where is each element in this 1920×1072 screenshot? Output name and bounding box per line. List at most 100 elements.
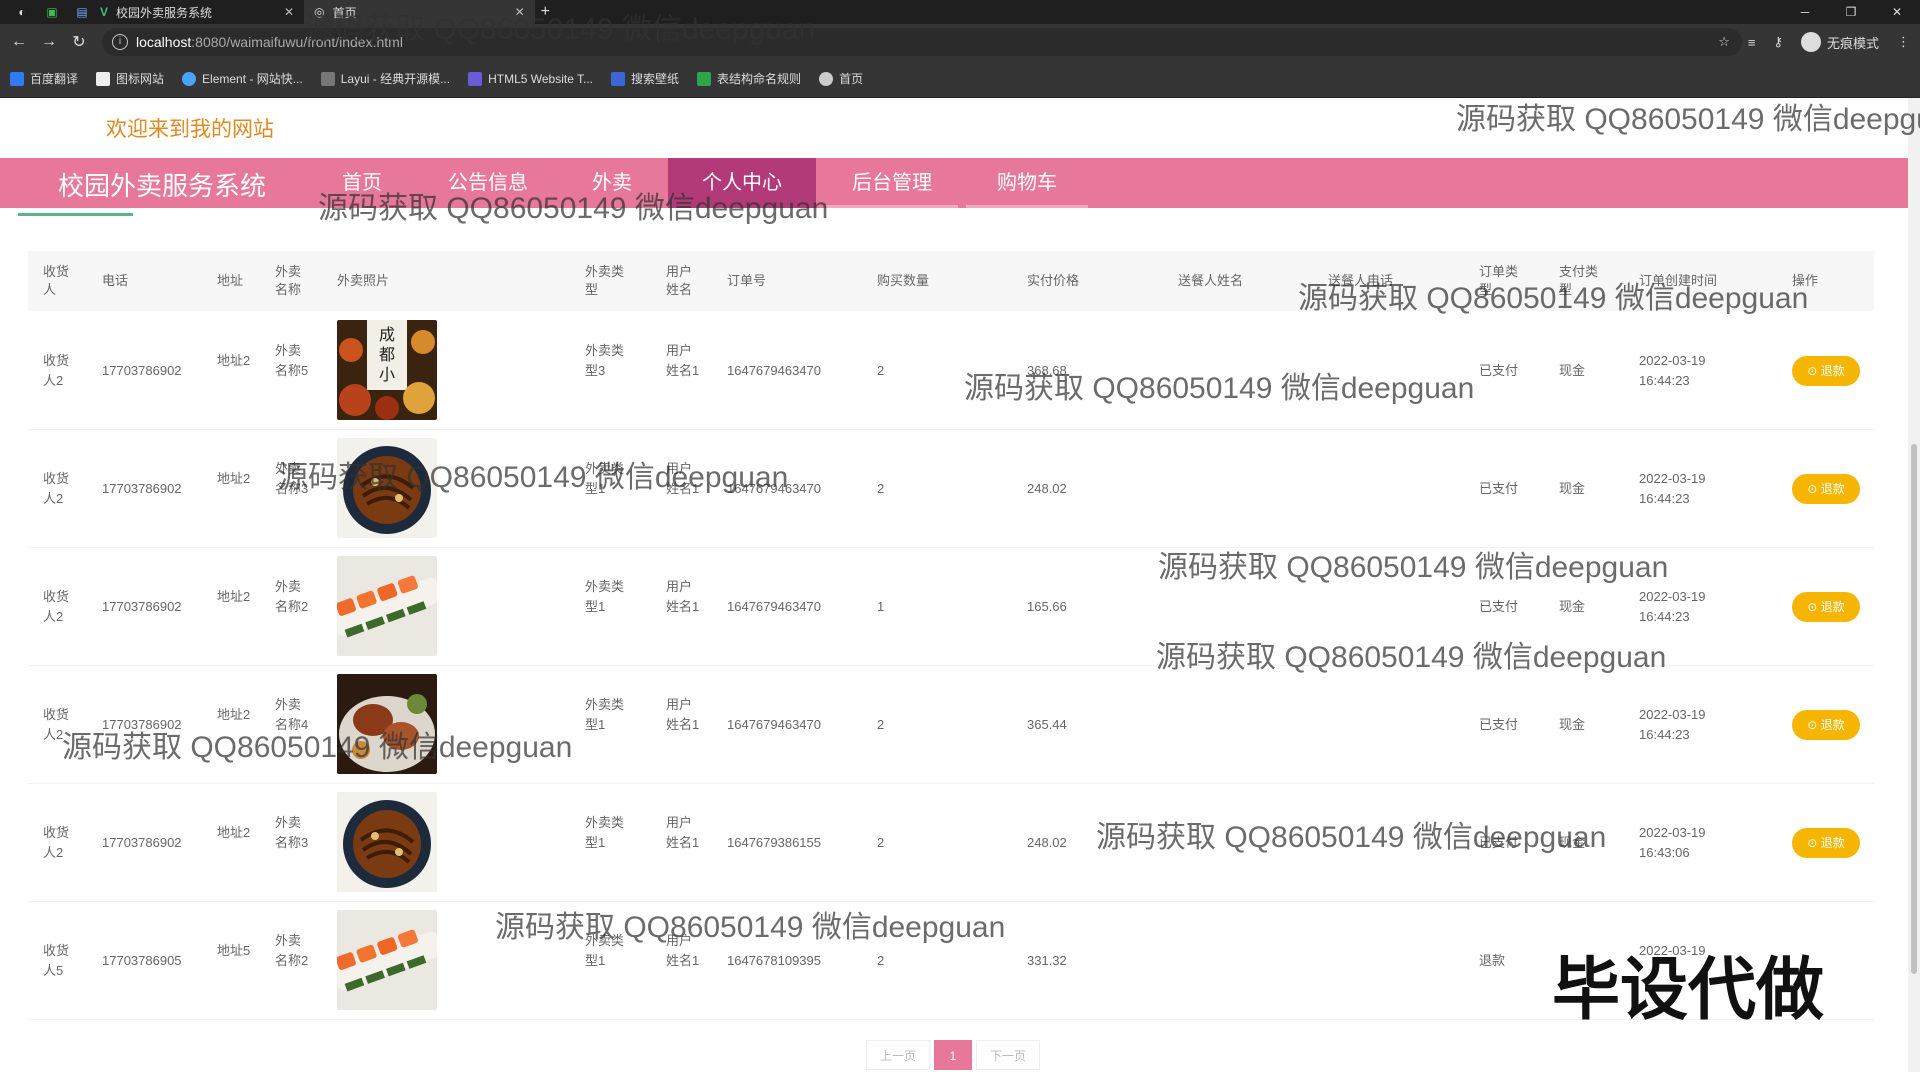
col-user: 用户姓名 [666,264,693,297]
site-info-icon[interactable]: i [112,34,128,50]
cell-order-no: 1647679463470 [727,481,821,496]
col-receiver: 收货人 [43,264,70,297]
cell-order-type: 退款 [1479,953,1506,968]
welcome-text: 欢迎来到我的网站 [106,118,274,141]
reading-list-icon[interactable]: ≡ [1748,35,1756,50]
bookmark-item[interactable]: HTML5 Website T... [468,71,593,86]
cell-name: 外卖名称3 [275,815,309,850]
cell-order-type: 已支付 [1479,481,1519,496]
refund-label: 退款 [1820,718,1845,732]
cell-date: 2022-03-19 [1639,353,1706,368]
cell-pay-type: 现金 [1559,599,1586,614]
cell-pay-type: 现金 [1559,363,1586,378]
cell-user: 用户姓名1 [666,697,700,732]
cell-order-no: 1647679386155 [727,835,821,850]
cell-qty: 2 [877,717,885,732]
cell-user: 用户姓名1 [666,815,700,850]
cell-phone: 17703786902 [102,835,182,850]
star-icon[interactable]: ☆ [1718,34,1730,50]
forward-icon[interactable]: → [34,33,64,51]
food-photo[interactable] [337,556,437,656]
extension-icon[interactable]: ▣ [44,4,60,20]
close-window-icon[interactable]: ✕ [1874,0,1920,24]
next-page-button[interactable]: 下一页 [976,1040,1040,1070]
cell-name: 外卖名称5 [275,343,309,378]
nav-personal-center[interactable]: 个人中心 [668,158,816,208]
cell-time: 16:43:06 [1639,845,1690,860]
restore-icon[interactable]: ❐ [1828,0,1874,24]
calendar-icon[interactable]: ▤ [74,4,90,20]
key-icon[interactable]: ⚷ [1773,34,1783,50]
reload-icon[interactable]: ↻ [64,32,94,52]
cell-address: 地址5 [217,943,251,958]
refund-button[interactable]: ⊙ 退款 [1792,592,1860,622]
cell-pay-type: 现金 [1559,835,1586,850]
refund-button[interactable]: ⊙ 退款 [1792,356,1860,386]
cell-time: 16:44:23 [1639,491,1690,506]
food-photo[interactable] [337,438,437,538]
cell-receiver: 收货人2 [43,825,70,860]
bookmark-item[interactable]: Element - 网站快... [182,70,303,87]
browser-menu-icon[interactable]: ◐ [14,4,30,20]
bookmark-item[interactable]: 百度翻译 [10,70,78,87]
more-menu-icon[interactable]: ⋮ [1897,34,1910,50]
cell-pay-type: 现金 [1559,717,1586,732]
bookmark-item[interactable]: 表结构命名规则 [697,70,801,87]
cell-order-no: 1647678109395 [727,953,821,968]
scrollbar-thumb[interactable] [1911,444,1917,974]
refund-button[interactable]: ⊙ 退款 [1792,828,1860,858]
prev-page-button[interactable]: 上一页 [866,1040,930,1070]
food-photo[interactable]: 成都小 [337,320,437,420]
close-tab-icon[interactable]: ✕ [515,5,525,19]
table-row: 收货人2 17703786902 地址2 外卖名称3 外卖类型1 用户姓名1 1647679… [28,784,1874,902]
food-photo[interactable] [337,792,437,892]
url-input[interactable]: i localhost:8080/waimaifuwu/front/index.… [102,28,1742,56]
tab-campus-delivery[interactable]: V 校园外卖服务系统 ✕ [90,0,304,24]
bookmark-item[interactable]: 图标网站 [96,70,164,87]
col-type: 外卖类型 [585,264,625,297]
refund-label: 退款 [1820,836,1845,850]
site-brand[interactable]: 校园外卖服务系统 [58,166,266,203]
cell-phone: 17703786902 [102,717,182,732]
cell-qty: 2 [877,953,885,968]
incognito-label: 无痕模式 [1826,35,1879,51]
cell-phone: 17703786902 [102,363,182,378]
refund-button[interactable]: ⊙ 退款 [1792,474,1860,504]
nav-takeaway[interactable]: 外卖 [570,158,654,208]
nav-admin[interactable]: 后台管理 [826,158,958,208]
bookmark-item[interactable]: Layui - 经典开源模... [320,70,450,87]
svg-text:都: 都 [379,345,395,364]
close-tab-icon[interactable]: ✕ [284,5,294,19]
nav-home[interactable]: 首页 [320,158,404,208]
col-order-no: 订单号 [727,273,767,288]
cell-phone: 17703786902 [102,599,182,614]
col-action: 操作 [1792,273,1819,288]
url-path: :8080/waimaifuwu/front/index.html [191,34,403,50]
vue-icon: V [100,5,109,19]
refund-icon: ⊙ [1807,718,1821,732]
cell-order-no: 1647679463470 [727,717,821,732]
vertical-scrollbar[interactable] [1908,98,1920,1072]
back-icon[interactable]: ← [4,33,34,51]
nav-announcements[interactable]: 公告信息 [430,158,546,208]
page-1-button[interactable]: 1 [934,1040,972,1070]
main-navbar: 校园外卖服务系统 首页 公告信息 外卖 个人中心 后台管理 购物车 [0,158,1908,208]
tab-home[interactable]: ◎ 首页 ✕ [304,0,535,24]
cell-address: 地址2 [217,471,251,486]
refund-button[interactable]: ⊙ 退款 [1792,710,1860,740]
cell-receiver: 收货人5 [43,943,70,978]
food-photo[interactable] [337,910,437,1010]
incognito-indicator[interactable]: 无痕模式 [1800,32,1879,52]
new-tab-icon[interactable]: + [541,3,550,21]
minimize-icon[interactable]: ─ [1782,0,1828,24]
url-host: localhost [136,34,192,50]
cell-date: 2022-03-19 [1639,825,1706,840]
nav-cart[interactable]: 购物车 [966,158,1088,208]
bookmark-item[interactable]: 搜索壁纸 [611,70,679,87]
cell-type: 外卖类型1 [585,815,625,850]
bookmark-item[interactable]: 首页 [819,70,863,87]
cell-order-no: 1647679463470 [727,599,821,614]
food-photo[interactable] [337,674,437,774]
refund-label: 退款 [1820,600,1845,614]
table-row: 收货人2 17703786902 地址2 外卖名称3 外卖类型1 用户姓名1 1647679… [28,430,1874,548]
